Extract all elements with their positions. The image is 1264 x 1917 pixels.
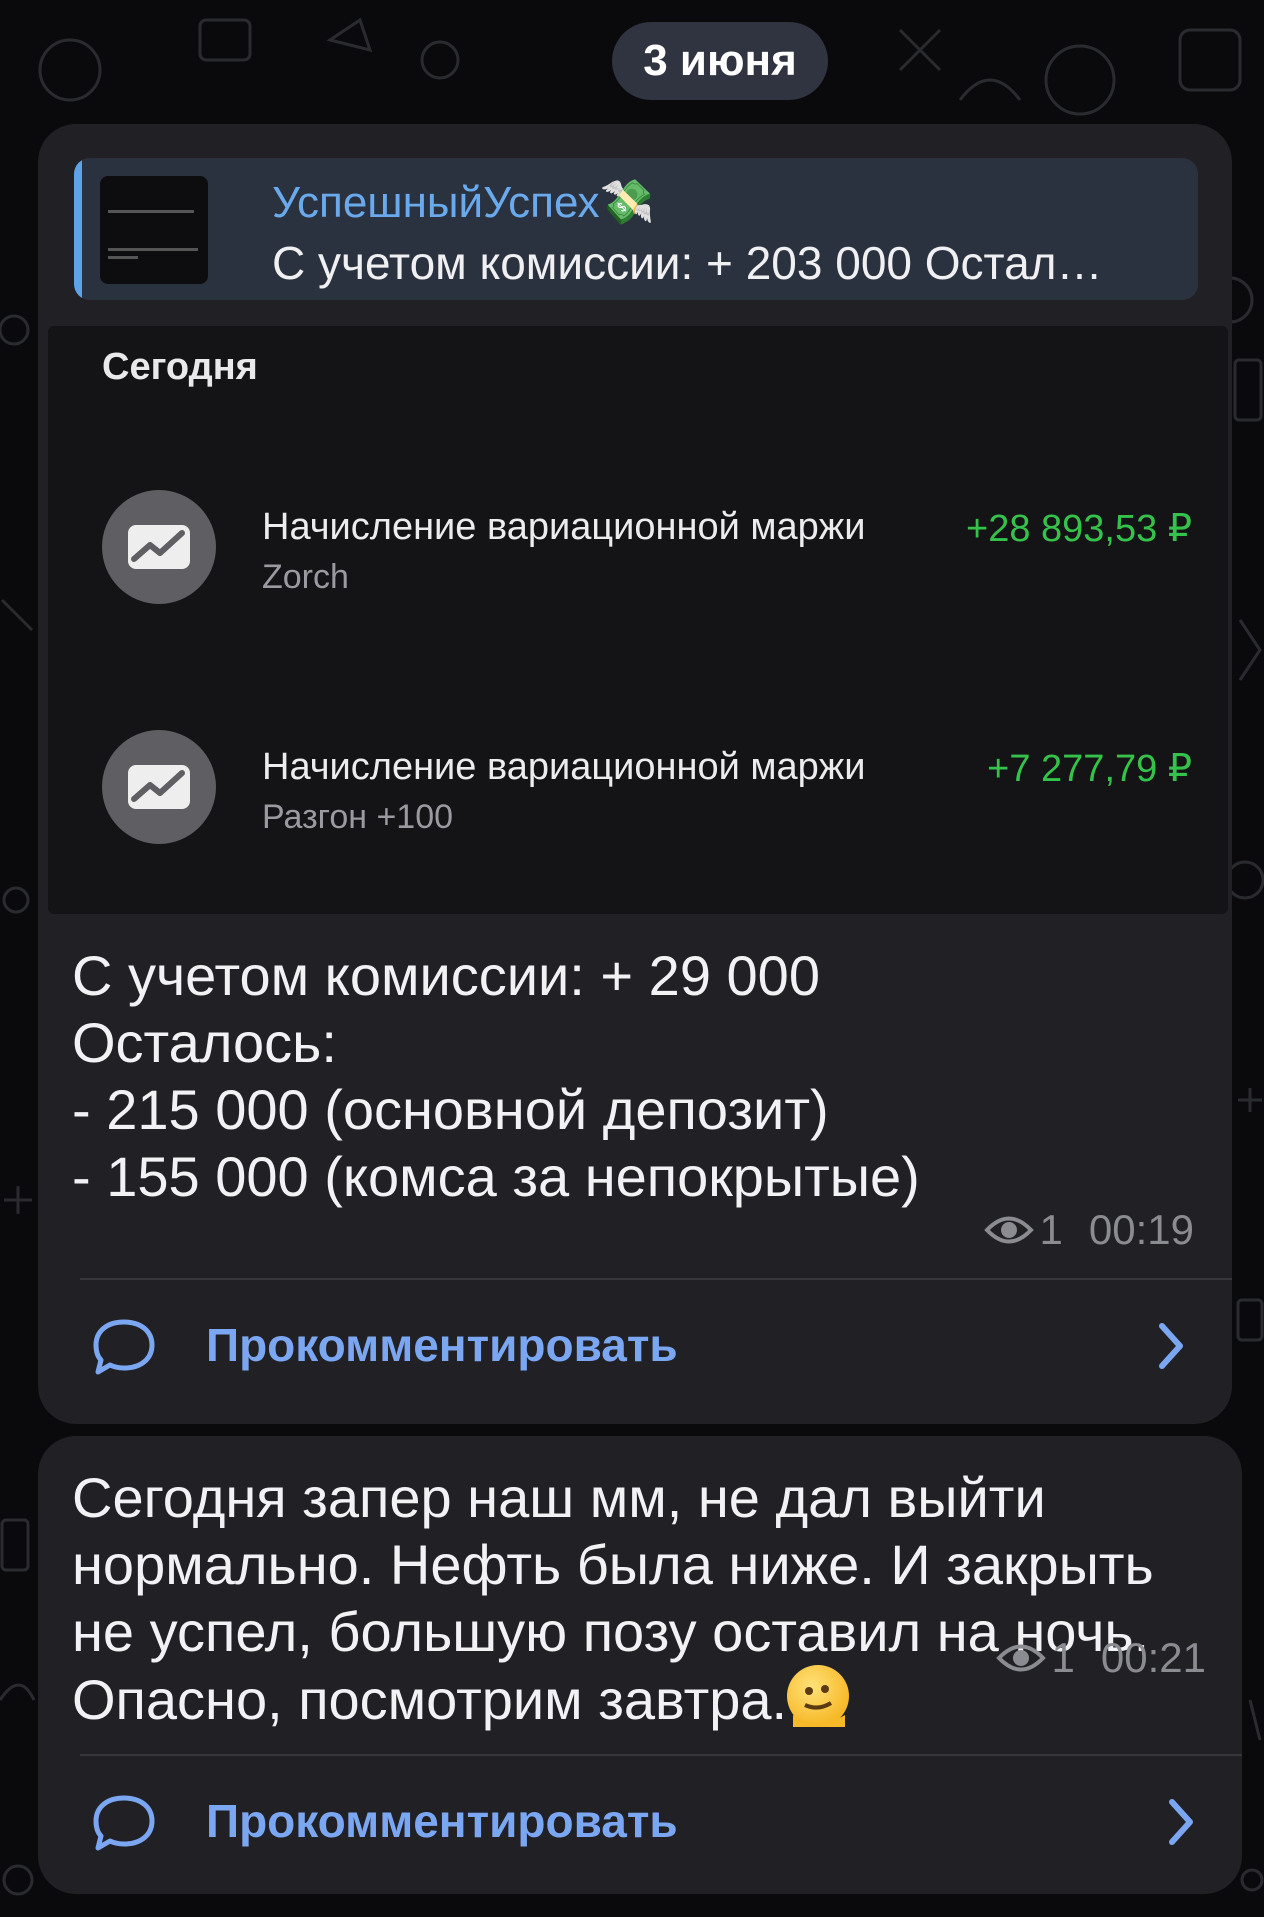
operation-row: Начисление вариационной маржи Разгон +10… <box>102 730 1202 844</box>
bank-screenshot-image[interactable]: Сегодня Начисление вариационной маржи Zo… <box>48 326 1228 914</box>
view-count: 1 <box>1051 1634 1075 1681</box>
message-text: Сегодня запер наш мм, не дал выйти норма… <box>72 1466 1154 1731</box>
operation-amount: +28 893,53 ₽ <box>950 506 1192 551</box>
reply-quote[interactable]: УспешныйУспех💸 С учетом комиссии: + 203 … <box>74 158 1198 300</box>
divider <box>80 1754 1242 1756</box>
reply-accent-bar <box>74 158 82 300</box>
operation-amount: +7 277,79 ₽ <box>971 746 1192 791</box>
eye-icon <box>983 1216 1034 1244</box>
reply-channel-name: УспешныйУспех💸 <box>272 178 655 227</box>
divider <box>80 1278 1232 1280</box>
speech-bubble-icon <box>93 1795 155 1851</box>
money-with-wings-emoji: 💸 <box>599 178 655 227</box>
speech-bubble-icon <box>93 1319 155 1375</box>
channel-post-bubble[interactable]: Сегодня запер наш мм, не дал выйти норма… <box>38 1436 1242 1894</box>
chevron-right-icon <box>1169 1799 1193 1845</box>
comment-label: Прокомментировать <box>206 1319 678 1371</box>
chart-up-icon <box>102 730 216 844</box>
channel-post-bubble[interactable]: УспешныйУспех💸 С учетом комиссии: + 203 … <box>38 124 1232 1424</box>
reply-preview-text: С учетом комиссии: + 203 000 Остал… <box>272 237 1103 289</box>
melting-face-emoji <box>787 1665 850 1727</box>
chat-screen: 3 июня УспешныйУспех💸 С учетом комиссии:… <box>0 0 1264 1917</box>
operation-account: Разгон +100 <box>262 798 454 836</box>
reply-thumbnail <box>100 176 208 284</box>
message-time: 00:19 <box>1088 1206 1194 1253</box>
comment-button[interactable]: Прокомментировать <box>38 1768 1242 1878</box>
operation-row: Начисление вариационной маржи Zorch +28 … <box>102 490 1202 604</box>
date-separator: 3 июня <box>612 22 828 100</box>
comment-button[interactable]: Прокомментировать <box>38 1292 1232 1402</box>
operation-title: Начисление вариационной маржи <box>262 746 866 788</box>
view-count: 1 <box>1039 1206 1063 1253</box>
eye-icon <box>995 1644 1046 1672</box>
chart-up-icon <box>102 490 216 604</box>
screenshot-date-heading: Сегодня <box>102 346 258 388</box>
chevron-right-icon <box>1159 1323 1183 1369</box>
operation-account: Zorch <box>262 558 349 596</box>
message-meta: 1 00:19 <box>983 1206 1194 1254</box>
message-time: 00:21 <box>1100 1634 1206 1681</box>
comment-label: Прокомментировать <box>206 1795 678 1847</box>
operation-title: Начисление вариационной маржи <box>262 506 866 548</box>
message-meta: 1 00:21 <box>995 1634 1206 1682</box>
date-label: 3 июня <box>643 36 797 85</box>
message-text: С учетом комиссии: + 29 000 Осталось: - … <box>72 944 920 1208</box>
